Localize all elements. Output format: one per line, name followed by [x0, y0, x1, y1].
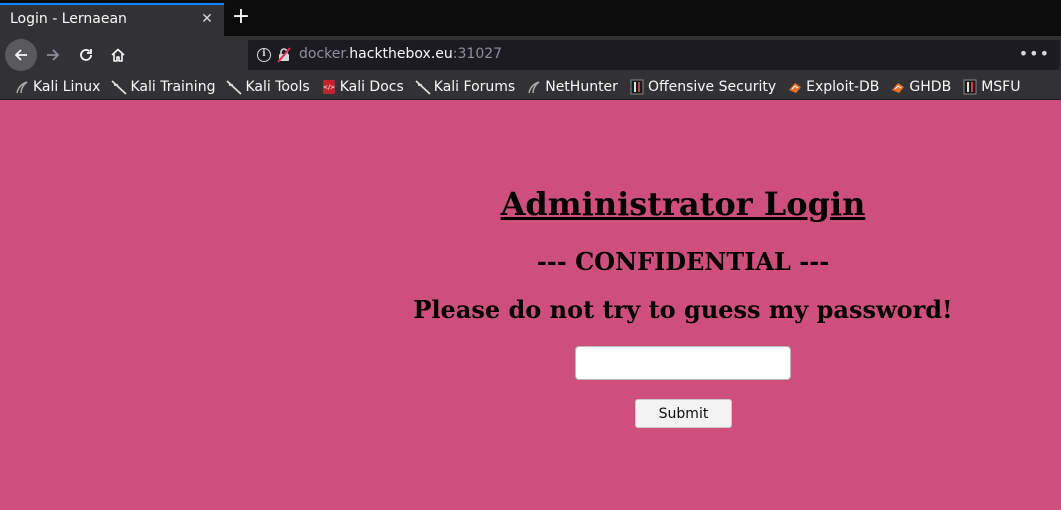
- exploitdb-icon: [787, 79, 803, 95]
- warning-text: Please do not try to guess my password!: [413, 295, 953, 324]
- info-icon[interactable]: i: [257, 48, 271, 62]
- bookmark-label: GHDB: [909, 78, 952, 95]
- kali-dragon-icon: [111, 79, 128, 95]
- offsec-icon: [629, 79, 645, 95]
- tab-title: Login - Lernaean: [10, 11, 127, 27]
- plus-icon[interactable]: +: [230, 6, 252, 28]
- svg-text:</>: </>: [323, 84, 335, 91]
- url-prefix: docker.: [299, 46, 350, 62]
- submit-button[interactable]: Submit: [635, 399, 732, 428]
- bookmark-kali-tools[interactable]: Kali Tools: [226, 78, 310, 95]
- tab-bar: Login - Lernaean ✕ +: [0, 0, 1061, 36]
- bookmark-label: Kali Linux: [33, 78, 101, 95]
- bookmarks-toolbar: Kali Linux Kali Training Kali Tools </> …: [0, 74, 1061, 100]
- confidential-heading: --- CONFIDENTIAL ---: [536, 247, 830, 276]
- reload-icon[interactable]: [72, 41, 100, 69]
- kali-docs-icon: </>: [321, 79, 337, 95]
- kali-dragon-icon: [14, 79, 30, 95]
- exploitdb-icon: [890, 79, 906, 95]
- active-tab[interactable]: Login - Lernaean ✕: [0, 3, 224, 36]
- bookmark-label: Exploit-DB: [806, 78, 880, 95]
- bookmark-kali-linux[interactable]: Kali Linux: [14, 79, 100, 95]
- kali-dragon-icon: [415, 79, 431, 95]
- insecure-lock-icon[interactable]: [276, 47, 292, 63]
- kali-dragon-icon: [226, 79, 243, 95]
- bookmark-label: NetHunter: [545, 78, 618, 95]
- bookmark-label: MSFU: [981, 78, 1021, 95]
- url-port: :31027: [452, 46, 503, 62]
- bookmark-label: Kali Training: [130, 78, 216, 95]
- nethunter-icon: [526, 79, 542, 95]
- bookmark-label: Offensive Security: [647, 78, 777, 95]
- bookmark-kali-training[interactable]: Kali Training: [111, 79, 215, 95]
- navigation-toolbar: i docker.hackthebox.eu:31027 •••: [0, 36, 1061, 74]
- forward-arrow-icon[interactable]: [39, 41, 67, 69]
- bookmark-offensive-security[interactable]: Offensive Security: [629, 79, 776, 95]
- page-body: Administrator Login --- CONFIDENTIAL ---…: [0, 101, 1061, 510]
- bookmark-msfu[interactable]: MSFU: [962, 79, 1020, 95]
- password-input[interactable]: [575, 346, 791, 380]
- bookmark-kali-docs[interactable]: </> Kali Docs: [321, 79, 404, 95]
- bookmark-nethunter[interactable]: NetHunter: [526, 79, 618, 95]
- bookmark-ghdb[interactable]: GHDB: [890, 79, 951, 95]
- bookmark-label: Kali Tools: [245, 78, 310, 95]
- page-title: Administrator Login: [500, 185, 866, 223]
- close-icon[interactable]: ✕: [197, 9, 217, 29]
- url-host: hackthebox.eu: [349, 46, 453, 62]
- bookmark-label: Kali Forums: [433, 78, 516, 95]
- url-text[interactable]: docker.hackthebox.eu:31027: [299, 46, 502, 62]
- offsec-icon: [962, 79, 978, 95]
- home-icon[interactable]: [104, 41, 132, 69]
- page-actions-menu-icon[interactable]: •••: [1019, 44, 1050, 63]
- back-arrow-icon[interactable]: [5, 39, 37, 71]
- url-bar[interactable]: i docker.hackthebox.eu:31027 •••: [248, 40, 1060, 70]
- bookmark-kali-forums[interactable]: Kali Forums: [415, 79, 515, 95]
- bookmark-label: Kali Docs: [339, 78, 404, 95]
- bookmark-exploit-db[interactable]: Exploit-DB: [787, 79, 879, 95]
